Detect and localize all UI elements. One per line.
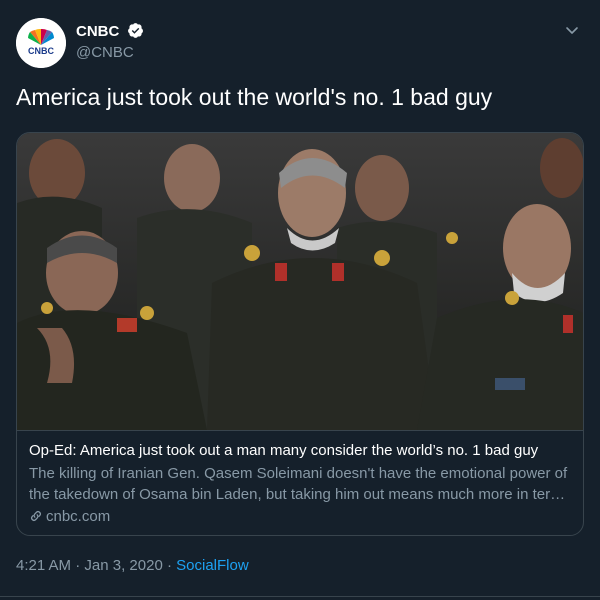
chevron-down-icon[interactable] <box>564 22 580 38</box>
tweet-source[interactable]: SocialFlow <box>176 557 249 574</box>
tweet[interactable]: CNBC CNBC @CNBC America just took out th… <box>0 0 600 600</box>
meta-separator: · <box>71 557 85 574</box>
logo-text: CNBC <box>28 46 54 56</box>
card-description: The killing of Iranian Gen. Qasem Soleim… <box>29 465 571 503</box>
avatar[interactable]: CNBC <box>16 18 66 68</box>
link-card[interactable]: Op-Ed: America just took out a man many … <box>16 132 584 536</box>
card-title[interactable]: Op-Ed: America just took out a man many … <box>29 441 571 461</box>
tweet-meta: 4:21 AM · Jan 3, 2020 · SocialFlow <box>16 556 249 576</box>
divider <box>0 596 600 597</box>
tweet-time[interactable]: 4:21 AM <box>16 557 71 574</box>
tweet-header: CNBC CNBC @CNBC <box>16 18 584 70</box>
link-icon <box>31 511 41 521</box>
tweet-text: America just took out the world's no. 1 … <box>16 84 493 110</box>
meta-separator: · <box>162 557 177 574</box>
tweet-date[interactable]: Jan 3, 2020 <box>84 557 162 574</box>
display-name[interactable]: CNBC <box>76 22 119 42</box>
handle[interactable]: @CNBC <box>76 43 144 63</box>
account-names: CNBC @CNBC <box>76 22 144 63</box>
card-image[interactable] <box>17 133 583 430</box>
card-body[interactable]: Op-Ed: America just took out a man many … <box>17 430 583 535</box>
card-domain-text: cnbc.com <box>46 508 111 525</box>
verified-badge-icon <box>127 23 143 38</box>
cnbc-logo-icon: CNBC <box>16 18 66 68</box>
card-domain: cnbc.com <box>29 507 571 527</box>
